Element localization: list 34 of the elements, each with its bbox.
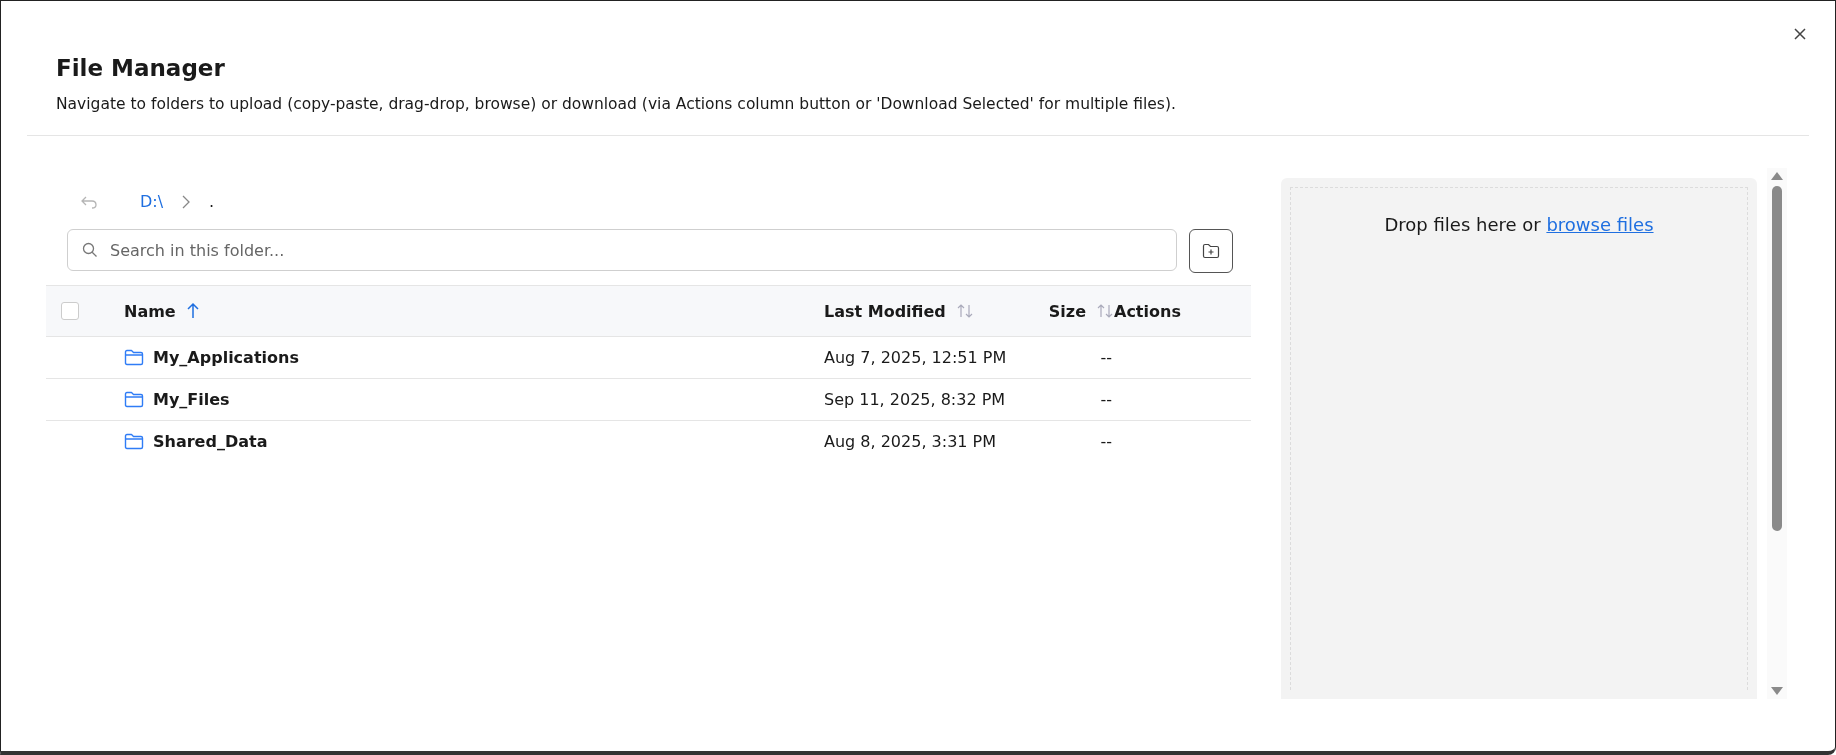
folder-icon (124, 391, 144, 408)
column-header[interactable]: Name (124, 301, 176, 321)
modified-date: Aug 7, 2025, 12:51 PM (824, 348, 1007, 367)
sort-icon[interactable] (1096, 302, 1114, 320)
column-header[interactable]: Last Modified (824, 301, 946, 321)
new-folder-button[interactable] (1189, 229, 1233, 273)
folder-icon (124, 349, 144, 366)
sort-icon[interactable] (955, 302, 974, 320)
browse-files-link[interactable]: browse files (1546, 214, 1654, 235)
scrollbar[interactable] (1767, 168, 1787, 699)
dialog-description: Navigate to folders to upload (copy-paste, drag-drop, browse) or download (via Actions column button or 'Download Selected' for multiple files). (56, 95, 1177, 113)
breadcrumb-item[interactable]: . (209, 192, 215, 211)
file-size: -- (1100, 432, 1112, 451)
search-icon (82, 242, 98, 258)
folder-plus-icon (1202, 243, 1220, 259)
modified-date: Sep 11, 2025, 8:32 PM (824, 390, 1006, 409)
modified-date: Aug 8, 2025, 3:31 PM (824, 432, 997, 451)
folder-name[interactable]: My_Applications (153, 348, 299, 367)
select-all-checkbox[interactable] (61, 302, 79, 320)
close-icon (1793, 27, 1807, 41)
folder-name[interactable]: Shared_Data (153, 432, 268, 451)
drop-zone[interactable]: Drop files here or browse files (1281, 178, 1757, 699)
drop-zone-text: Drop files here or browse files (1384, 214, 1654, 237)
file-size: -- (1100, 348, 1112, 367)
chevron-right-icon (181, 193, 192, 210)
breadcrumb-item[interactable]: D:\ (140, 192, 164, 211)
folder-name[interactable]: My_Files (153, 390, 230, 409)
dialog-title: File Manager (56, 55, 226, 81)
folder-icon (124, 433, 144, 450)
column-header[interactable]: Size (1048, 301, 1086, 321)
sort-ascending-icon[interactable] (185, 302, 200, 320)
file-size: -- (1100, 390, 1112, 409)
search-field[interactable]: Search in this folder... (67, 229, 1177, 271)
column-header: Actions (1114, 301, 1181, 321)
